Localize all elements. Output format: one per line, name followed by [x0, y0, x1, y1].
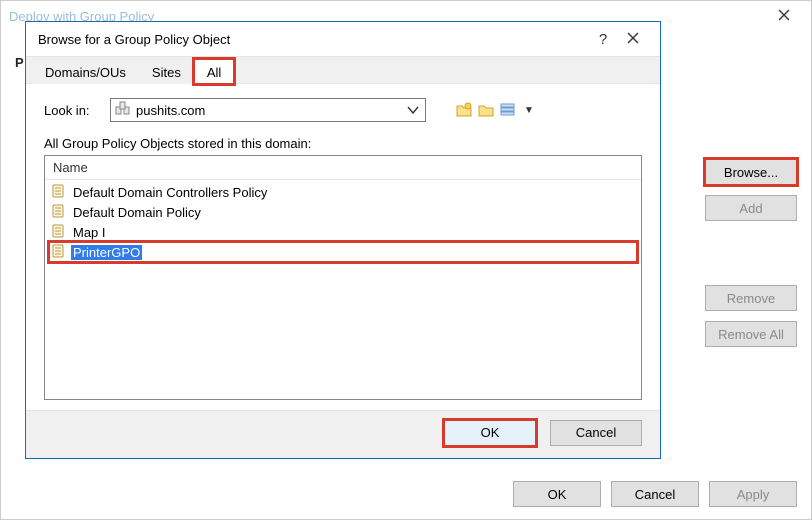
browse-gpo-dialog: Browse for a Group Policy Object ? Domai…	[25, 21, 661, 459]
lookin-toolbar: ▼	[456, 102, 534, 118]
gpo-item[interactable]: Default Domain Policy	[49, 202, 637, 222]
gpo-scroll-icon	[51, 183, 65, 202]
gpo-item[interactable]: Map I	[49, 222, 637, 242]
close-icon	[627, 32, 639, 47]
gpo-listview[interactable]: Name Default Domain Controllers Policy D…	[44, 155, 642, 400]
tab-label: Sites	[152, 65, 181, 80]
gpo-list-label: All Group Policy Objects stored in this …	[44, 136, 642, 151]
browse-cancel-label: Cancel	[576, 425, 616, 440]
browse-gpo-titlebar: Browse for a Group Policy Object ?	[26, 22, 660, 56]
gpo-column-header[interactable]: Name	[45, 156, 641, 180]
gpo-item-label: PrinterGPO	[71, 245, 142, 260]
tab-domains-ous[interactable]: Domains/OUs	[32, 59, 139, 84]
tab-all[interactable]: All	[194, 59, 234, 84]
dropdown-icon[interactable]: ▼	[522, 105, 534, 116]
close-icon	[778, 9, 790, 24]
lookin-label: Look in:	[44, 103, 102, 118]
deploy-gp-close-button[interactable]	[765, 4, 803, 28]
gpo-column-name: Name	[53, 160, 88, 175]
domain-icon	[115, 101, 130, 119]
remove-button-label: Remove	[727, 291, 775, 306]
browse-gpo-close-button[interactable]	[618, 32, 648, 47]
spacer	[705, 231, 797, 275]
lookin-row: Look in: pushits.com ▼	[44, 98, 642, 122]
folder-icon[interactable]	[478, 102, 494, 118]
lookin-combobox[interactable]: pushits.com	[110, 98, 426, 122]
browse-ok-label: OK	[481, 425, 500, 440]
browse-gpo-tabstrip: Domains/OUs Sites All	[26, 56, 660, 84]
gpo-scroll-icon	[51, 203, 65, 222]
deploy-ok-label: OK	[548, 487, 567, 502]
deploy-cancel-label: Cancel	[635, 487, 675, 502]
browse-gpo-footer: OK Cancel	[26, 410, 660, 458]
deploy-apply-button[interactable]: Apply	[709, 481, 797, 507]
browse-button[interactable]: Browse...	[705, 159, 797, 185]
gpo-item-selected[interactable]: PrinterGPO	[49, 242, 637, 262]
chevron-down-icon	[405, 102, 421, 118]
deploy-gp-side-buttons: Browse... Add Remove Remove All	[705, 159, 797, 347]
remove-all-button-label: Remove All	[718, 327, 784, 342]
new-gpo-icon[interactable]	[456, 102, 472, 118]
deploy-apply-label: Apply	[737, 487, 770, 502]
browse-button-label: Browse...	[724, 165, 778, 180]
add-button[interactable]: Add	[705, 195, 797, 221]
details-view-icon[interactable]	[500, 102, 516, 118]
gpo-item-label: Default Domain Policy	[71, 205, 203, 220]
gpo-item-label: Map I	[71, 225, 108, 240]
tab-label: Domains/OUs	[45, 65, 126, 80]
add-button-label: Add	[739, 201, 762, 216]
left-truncated-label: P	[15, 55, 24, 70]
remove-button[interactable]: Remove	[705, 285, 797, 311]
gpo-scroll-icon	[51, 243, 65, 262]
remove-all-button[interactable]: Remove All	[705, 321, 797, 347]
gpo-scroll-icon	[51, 223, 65, 242]
deploy-ok-button[interactable]: OK	[513, 481, 601, 507]
browse-cancel-button[interactable]: Cancel	[550, 420, 642, 446]
tab-label: All	[207, 65, 221, 80]
lookin-value: pushits.com	[136, 103, 205, 118]
deploy-gp-bottom-buttons: OK Cancel Apply	[513, 481, 797, 507]
deploy-cancel-button[interactable]: Cancel	[611, 481, 699, 507]
browse-ok-button[interactable]: OK	[444, 420, 536, 446]
deploy-gp-window: Deploy with Group Policy P Browse... Add…	[0, 0, 812, 520]
gpo-item-label: Default Domain Controllers Policy	[71, 185, 269, 200]
browse-gpo-title: Browse for a Group Policy Object	[38, 32, 588, 47]
gpo-item[interactable]: Default Domain Controllers Policy	[49, 182, 637, 202]
tab-sites[interactable]: Sites	[139, 59, 194, 84]
browse-gpo-help-button[interactable]: ?	[588, 31, 618, 48]
browse-gpo-panel: Look in: pushits.com ▼ All Group Policy …	[26, 84, 660, 410]
gpo-items: Default Domain Controllers Policy Defaul…	[45, 180, 641, 264]
